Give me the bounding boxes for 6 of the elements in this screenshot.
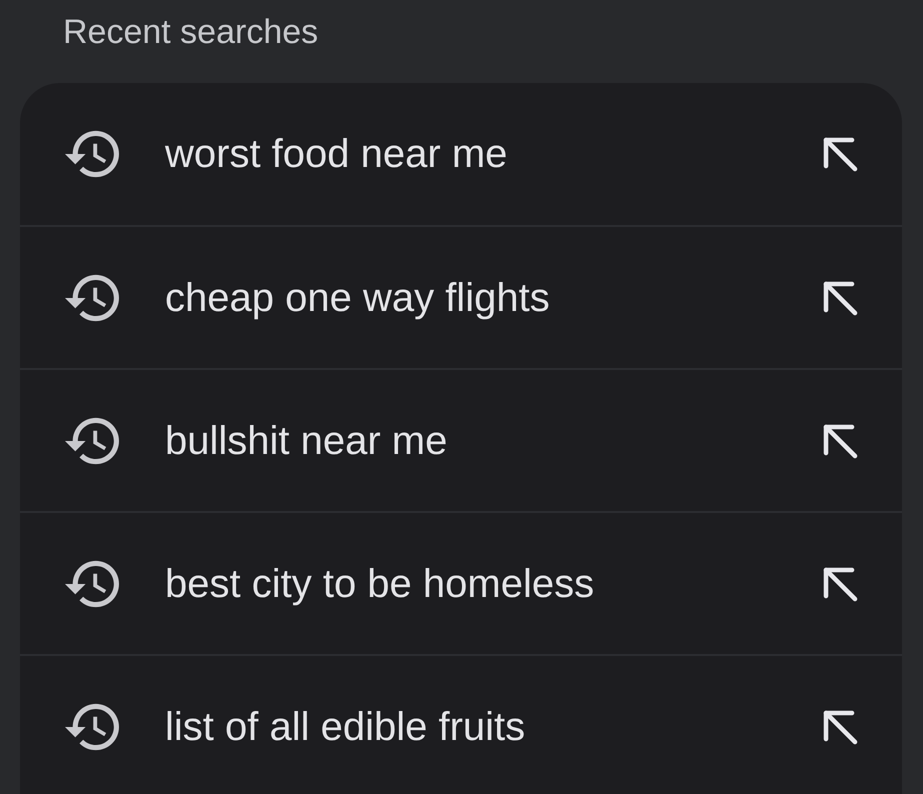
section-title: Recent searches: [63, 12, 318, 52]
search-query[interactable]: worst food near me: [165, 130, 508, 178]
search-query[interactable]: bullshit near me: [165, 416, 448, 464]
search-query[interactable]: best city to be homeless: [165, 560, 594, 608]
search-query[interactable]: list of all edible fruits: [165, 702, 526, 750]
search-query[interactable]: cheap one way flights: [165, 274, 550, 322]
